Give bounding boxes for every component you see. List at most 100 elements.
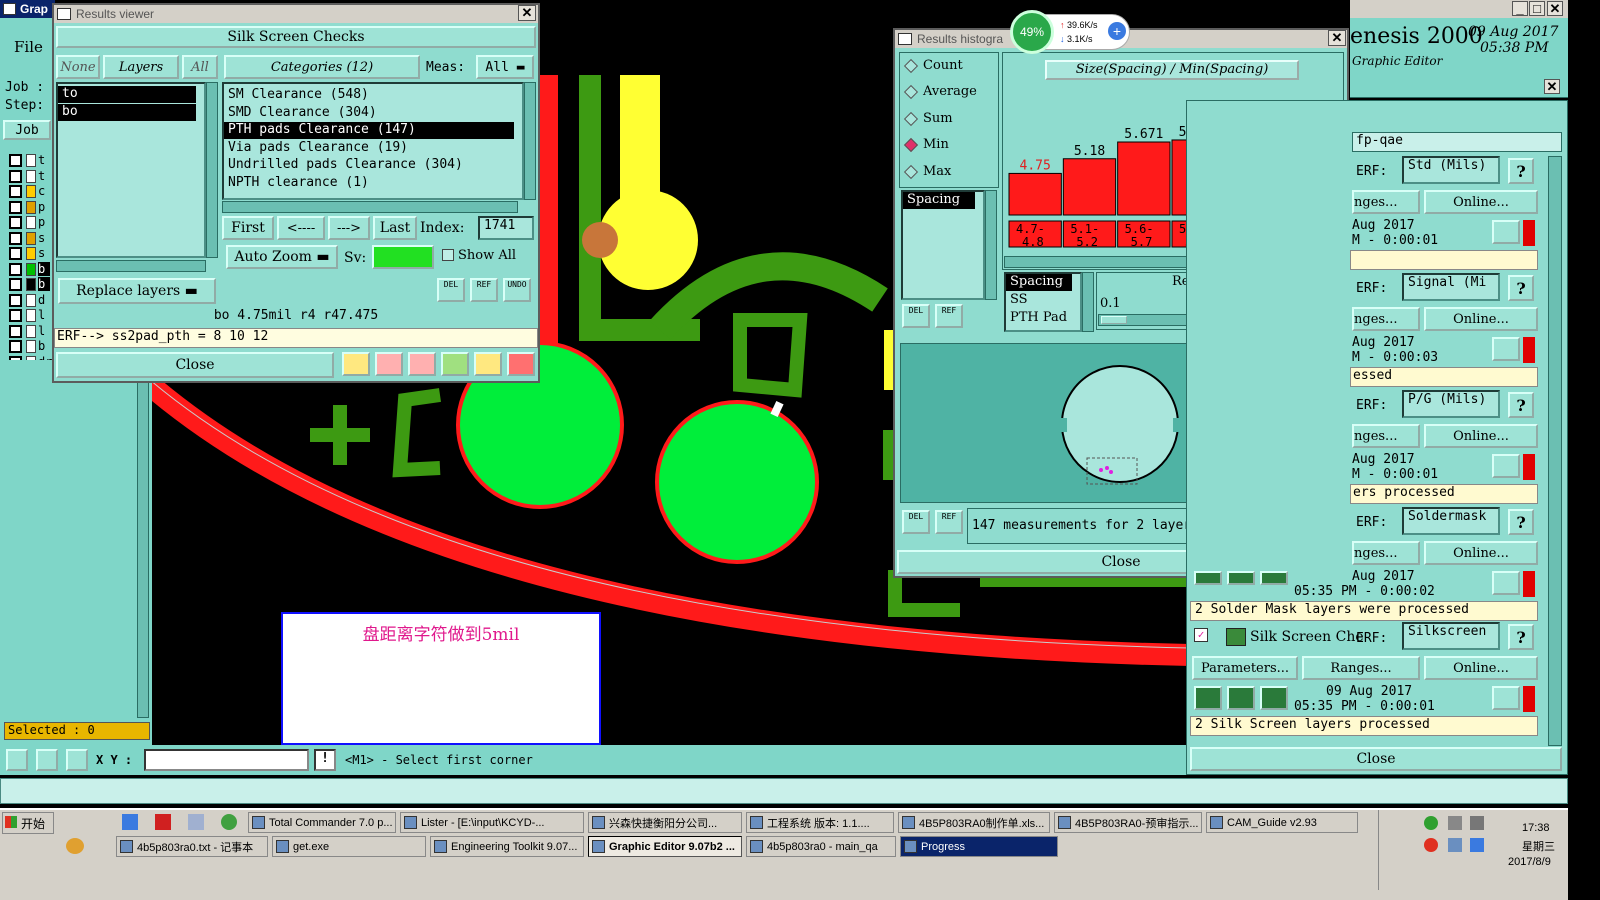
layer-item[interactable]: s — [38, 246, 50, 260]
hist-ref2-icon[interactable]: REF — [935, 510, 963, 534]
layer-item[interactable]: p — [38, 199, 50, 214]
bottom-tool-2-icon[interactable] — [36, 749, 58, 771]
taskbar-button[interactable]: 工程系统 版本: 1.1.... — [746, 812, 894, 833]
network-tray-icon[interactable] — [1470, 816, 1484, 830]
volume-icon[interactable] — [1448, 838, 1462, 852]
section-run-icon[interactable] — [1194, 571, 1222, 585]
spacing-scrollbar[interactable] — [985, 190, 997, 300]
layer-checkbox[interactable] — [9, 324, 22, 338]
section-online-button[interactable]: Online... — [1424, 541, 1538, 565]
silk-zoom-icon[interactable] — [1492, 686, 1520, 710]
taskbar-button[interactable]: 4b5p803ra0.txt - 记事本 — [116, 836, 268, 857]
silk-online-button[interactable]: Online... — [1424, 656, 1538, 680]
slider-thumb[interactable] — [1101, 316, 1127, 324]
stop-icon[interactable] — [342, 352, 370, 376]
help-icon[interactable]: ? — [1508, 392, 1534, 418]
help-icon[interactable]: ? — [1508, 158, 1534, 184]
taskbar-button[interactable]: Total Commander 7.0 p... — [248, 812, 396, 833]
section-zoom-icon[interactable] — [1492, 454, 1520, 478]
histogram-icon[interactable] — [507, 352, 535, 376]
ql-3-icon[interactable] — [188, 814, 204, 830]
section-erf-field[interactable]: Signal (Mi — [1402, 273, 1500, 301]
index-input[interactable]: 1741 — [478, 216, 534, 240]
category-item[interactable]: NPTH clearance (1) — [224, 175, 514, 192]
category-item[interactable]: SM Clearance (548) — [224, 87, 514, 104]
layers-scrollbar[interactable] — [206, 82, 218, 258]
category-item[interactable]: PTH pads Clearance (147) — [224, 122, 514, 140]
silk-help-icon[interactable]: ? — [1508, 624, 1534, 650]
category-item[interactable]: Undrilled pads Clearance (304) — [224, 157, 514, 174]
delete-results-icon[interactable] — [408, 352, 436, 376]
last-button[interactable]: Last — [373, 216, 417, 240]
ref-icon[interactable]: REF — [470, 278, 498, 302]
section-erf-field[interactable]: Std (Mils) — [1402, 156, 1500, 184]
taskbar-button[interactable]: 4b5p803ra0 - main_qa — [746, 836, 896, 857]
layer-checkbox[interactable] — [9, 293, 22, 307]
layers-button[interactable]: Layers — [103, 55, 179, 79]
hist-del2-icon[interactable]: DEL — [902, 510, 930, 534]
attr-item[interactable]: PTH Pad — [1006, 310, 1072, 327]
layer-checkbox[interactable] — [9, 278, 22, 291]
tray-icon-1[interactable] — [1424, 816, 1438, 830]
section-run3-icon[interactable] — [1260, 571, 1288, 585]
categories-hscrollbar[interactable] — [222, 201, 518, 213]
prev-button[interactable]: <---- — [277, 216, 325, 240]
histogram-bar[interactable] — [1062, 158, 1117, 216]
layer-checkbox[interactable] — [9, 200, 22, 214]
layer-checkbox[interactable] — [9, 262, 22, 276]
section-zoom-icon[interactable] — [1492, 220, 1520, 244]
hist-ref-icon[interactable]: REF — [935, 304, 963, 328]
layer-item[interactable]: b — [38, 261, 50, 276]
checklist-close-button[interactable]: Close — [1190, 747, 1562, 771]
attr-item[interactable]: SS — [1006, 292, 1072, 309]
close-icon[interactable]: ✕ — [518, 5, 536, 21]
histogram-bar[interactable] — [1117, 141, 1171, 216]
section-erf-field[interactable]: P/G (Mils) — [1402, 390, 1500, 418]
taskbar-button[interactable]: 4B5P803RA0制作单.xls... — [898, 812, 1050, 833]
layer-item[interactable]: c — [38, 184, 50, 198]
layer-checkbox[interactable] — [9, 309, 22, 322]
tray-icon-3[interactable] — [1448, 816, 1462, 830]
category-item[interactable]: Via pads Clearance (19) — [224, 140, 514, 157]
section-ranges-button[interactable]: nges... — [1352, 424, 1420, 448]
taskbar-button[interactable]: 4B5P803RA0-预审指示... — [1054, 812, 1202, 833]
silk-run-action3-icon[interactable] — [1260, 686, 1288, 710]
ql-1-icon[interactable] — [122, 814, 138, 830]
taskbar-button[interactable]: get.exe — [272, 836, 426, 857]
silk-checkbox[interactable]: ✓ — [1194, 628, 1208, 642]
file-menu[interactable]: File — [14, 38, 43, 56]
layer-item[interactable]: t — [38, 168, 50, 183]
section-ranges-button[interactable]: nges... — [1352, 190, 1420, 214]
silk-run-action2-icon[interactable] — [1227, 686, 1255, 710]
hist-del-icon[interactable]: DEL — [902, 304, 930, 328]
layer-item[interactable]: l — [38, 308, 50, 322]
help-icon[interactable]: ? — [1508, 509, 1534, 535]
report-icon[interactable] — [441, 352, 469, 376]
help-icon[interactable]: ? — [1508, 275, 1534, 301]
section-run2-icon[interactable] — [1227, 571, 1255, 585]
all-button[interactable]: All — [182, 55, 218, 79]
spacing-item[interactable]: Spacing — [903, 192, 975, 209]
del-icon[interactable]: DEL — [437, 278, 465, 302]
checklist-scrollbar[interactable] — [1548, 156, 1562, 746]
section-zoom-icon[interactable] — [1492, 571, 1520, 595]
export-icon[interactable] — [375, 352, 403, 376]
section-online-button[interactable]: Online... — [1424, 424, 1538, 448]
taskbar-button[interactable]: Lister - [E:\input\KCYD-... — [400, 812, 584, 833]
attr-item[interactable]: Spacing — [1006, 274, 1072, 291]
first-button[interactable]: First — [222, 216, 274, 240]
maximize-icon[interactable]: □ — [1529, 1, 1545, 16]
taskbar-button[interactable]: Engineering Toolkit 9.07... — [430, 836, 584, 857]
close-icon[interactable]: ✕ — [1328, 30, 1346, 46]
layer-item[interactable]: s — [38, 230, 50, 245]
undo-icon[interactable]: UNDO — [503, 278, 531, 302]
taskbar-button[interactable]: Graphic Editor 9.07b2 ... — [588, 836, 742, 857]
quicklaunch-icon[interactable] — [66, 838, 84, 854]
layer-checkbox[interactable] — [9, 216, 22, 229]
meas-dropdown[interactable]: All ▬ — [476, 55, 534, 79]
layer-item[interactable]: p — [38, 215, 50, 229]
ql-4-icon[interactable] — [221, 814, 237, 830]
section-online-button[interactable]: Online... — [1424, 190, 1538, 214]
section-ranges-button[interactable]: nges... — [1352, 541, 1420, 565]
silk-params-button[interactable]: Parameters... — [1192, 656, 1298, 680]
